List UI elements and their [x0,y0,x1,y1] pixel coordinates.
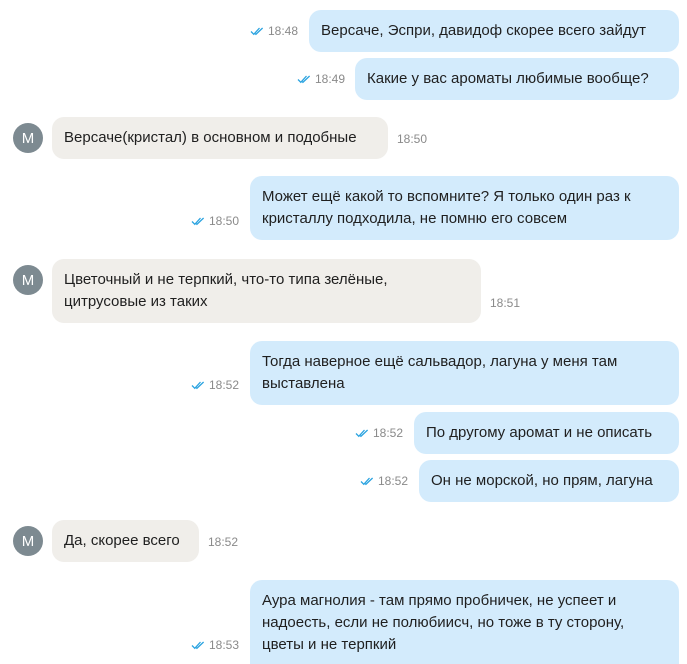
message-text-line: Может ещё какой то вспомните? Я только о… [262,188,631,205]
message-bubble[interactable]: Да, скорее всего [52,520,199,562]
avatar[interactable]: М [13,265,43,295]
message-bubble[interactable]: Версаче, Эспри, давидоф скорее всего зай… [309,10,679,52]
message-bubble[interactable]: Версаче(кристал) в основном и подобные [52,117,388,159]
message-time: 18:53 [209,638,240,652]
message-meta: 18:50 [191,214,239,228]
message-time: 18:49 [315,72,346,86]
message-text: Да, скорее всего [64,532,180,549]
message-text-line: цитрусовые из таких [64,293,208,310]
message-text-line: кристаллу подходила, не помню его совсем [262,210,568,227]
message-meta: 18:50 [397,132,427,146]
avatar-letter: М [21,532,35,550]
read-check-icon [191,217,205,226]
read-check-icon [297,75,311,84]
message-text: Версаче(кристал) в основном и подобные [64,129,357,146]
message-meta: 18:48 [250,24,298,38]
message-text: Какие у вас ароматы любимые вообще? [367,70,649,87]
message-meta: 18:51 [490,296,520,310]
avatar[interactable]: М [13,123,43,153]
read-check-icon [355,429,369,438]
message-text-line: Цветочный и не терпкий, что-то типа зелё… [64,271,388,288]
read-check-icon [191,641,205,650]
message-text: Он не морской, но прям, лагуна [431,472,653,489]
message-meta: 18:52 [360,474,408,488]
message-meta: 18:53 [191,638,239,652]
message-meta: 18:49 [297,72,345,86]
message-time: 18:52 [373,426,404,440]
message-bubble[interactable]: Аура магнолия - там прямо пробничек, не … [250,580,679,664]
message-time: 18:48 [268,24,299,38]
message-time: 18:52 [378,474,409,488]
message-time: 18:51 [490,296,521,310]
message-text: По другому аромат и не описать [426,424,653,441]
message-bubble[interactable]: Он не морской, но прям, лагуна [419,460,679,502]
message-text-line: Аура магнолия - там прямо пробничек, не … [262,592,617,609]
avatar-letter: М [21,129,35,147]
avatar[interactable]: М [13,526,43,556]
message-time: 18:52 [208,535,239,549]
message-text: Версаче, Эспри, давидоф скорее всего зай… [321,22,646,39]
read-check-icon [360,477,374,486]
message-text-line: надоесть, если не полюбиисч, но тоже в т… [262,614,625,631]
message-meta: 18:52 [355,426,403,440]
message-bubble[interactable]: Какие у вас ароматы любимые вообще? [355,58,679,100]
message-time: 18:50 [397,132,428,146]
message-bubble[interactable]: Цветочный и не терпкий, что-то типа зелё… [52,259,481,323]
avatar-letter: М [21,271,35,289]
message-text-line: выставлена [262,375,345,392]
message-time: 18:52 [209,378,240,392]
read-check-icon [191,381,205,390]
message-bubble[interactable]: По другому аромат и не описать [414,412,679,454]
read-check-icon [250,27,264,36]
message-text-line: цветы и не терпкий [262,636,397,653]
message-bubble[interactable]: Может ещё какой то вспомните? Я только о… [250,176,679,240]
message-bubble[interactable]: Тогда наверное ещё сальвадор, лагуна у м… [250,341,679,405]
message-text-line: Тогда наверное ещё сальвадор, лагуна у м… [262,353,618,370]
message-meta: 18:52 [191,378,239,392]
message-meta: 18:52 [208,535,238,549]
message-time: 18:50 [209,214,240,228]
